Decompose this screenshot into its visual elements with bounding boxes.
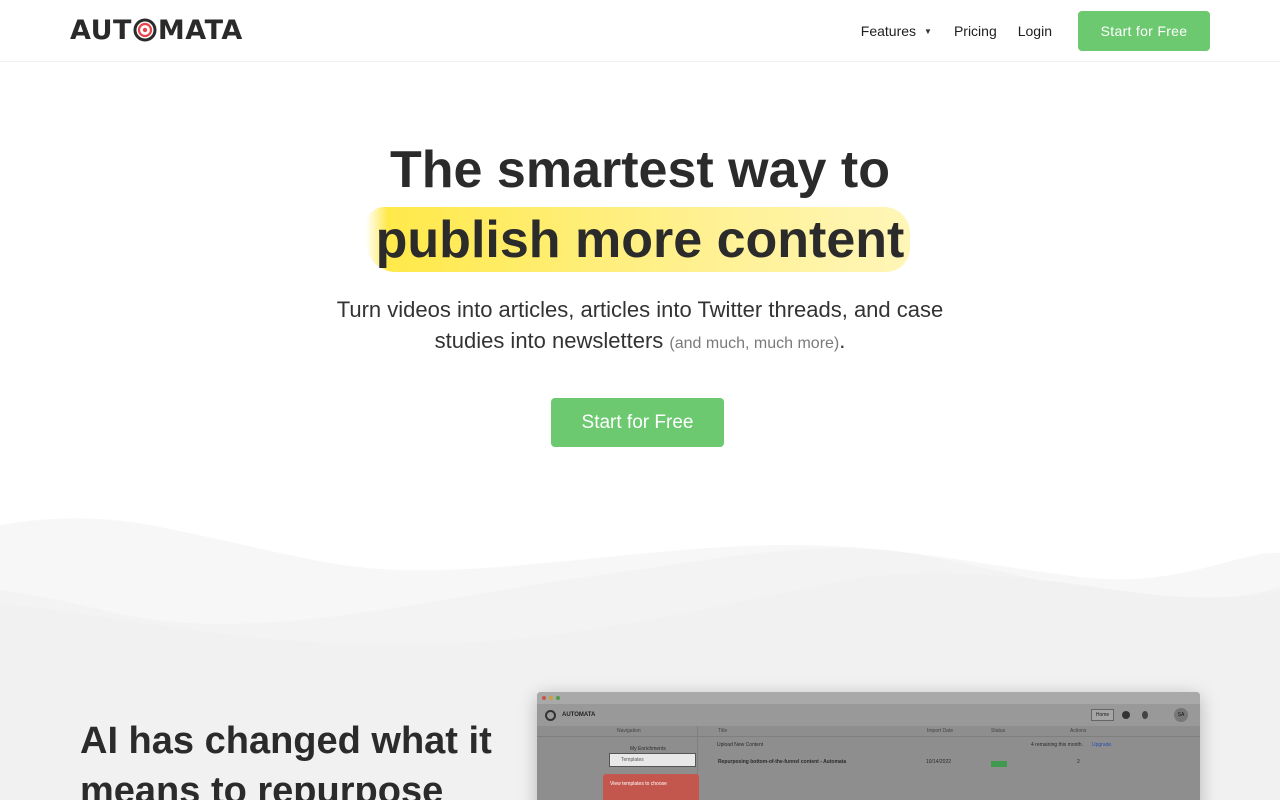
nav-login-link[interactable]: Login: [1018, 23, 1052, 39]
app-row-status-badge: [991, 761, 1007, 767]
window-minimize-dot-icon: [549, 696, 553, 700]
app-avatar: SA: [1174, 708, 1188, 722]
app-nav-header: Navigation: [617, 728, 641, 734]
app-col-import-date: Import Date: [927, 728, 954, 734]
nav-features-dropdown[interactable]: Features ▼: [861, 23, 932, 39]
header-start-free-button[interactable]: Start for Free: [1078, 11, 1210, 51]
main-nav: Features ▼ Pricing Login Start for Free: [861, 11, 1210, 51]
hero-subtitle-end: .: [839, 328, 846, 353]
app-col-actions: Actions: [1070, 728, 1087, 734]
app-col-status: Status: [991, 728, 1006, 734]
app-header-bar: AUTOMATA Home SA: [537, 704, 1200, 726]
window-maximize-dot-icon: [556, 696, 560, 700]
window-titlebar: [537, 692, 1200, 704]
caret-down-icon: ▼: [924, 26, 932, 36]
app-header-divider: [537, 736, 1200, 737]
section-heading: AI has changed what it means to repurpos…: [80, 720, 492, 800]
automata-logo[interactable]: AUT MATA: [70, 14, 243, 46]
site-header: AUT MATA Features ▼ Pricing Login Start …: [0, 0, 1280, 62]
app-tooltip: View templates to choose: [603, 774, 699, 800]
hero-heading-line2: publish more content: [375, 211, 905, 269]
app-upgrade-link: Upgrade.: [1092, 742, 1113, 748]
hero-heading-line1: The smartest way to: [390, 141, 890, 199]
app-nav-item-enrichments: My Enrichments: [630, 746, 666, 752]
app-tooltip-text: View templates to choose: [610, 781, 667, 787]
logo-text-right: MATA: [157, 14, 243, 46]
app-col-title: Title: [718, 728, 728, 734]
app-row-date: 10/14/2022: [926, 759, 952, 765]
hero-subtitle: Turn videos into articles, articles into…: [320, 294, 960, 359]
logo-target-icon: [133, 18, 157, 42]
hero-start-free-button[interactable]: Start for Free: [551, 398, 724, 447]
app-preview-screenshot: AUTOMATA Home SA Navigation My Enrichmen…: [537, 692, 1200, 800]
hero-subtitle-main: Turn videos into articles, articles into…: [336, 297, 944, 353]
app-bell-icon: [1142, 711, 1148, 719]
app-brand-name: AUTOMATA: [562, 712, 596, 718]
logo-text-left: AUT: [70, 14, 132, 46]
app-upload-label: Upload New Content: [717, 742, 764, 748]
nav-features-label: Features: [860, 23, 917, 39]
app-remaining-text: 4 remaining this month.: [1031, 742, 1083, 748]
app-settings-icon: [1122, 711, 1130, 719]
app-logo-icon: [545, 709, 556, 721]
window-close-dot-icon: [542, 696, 546, 700]
hero-subtitle-muted: (and much, much more): [669, 335, 840, 352]
app-row-actions: 2: [1077, 759, 1080, 765]
app-body: Navigation My Enrichments Templates Titl…: [537, 726, 1200, 800]
nav-pricing-link[interactable]: Pricing: [954, 23, 997, 39]
app-nav-item-templates: Templates: [621, 757, 644, 763]
app-home-button: Home: [1091, 709, 1114, 721]
app-row-title: Repurposing bottom-of-the-funnel content…: [718, 759, 847, 765]
